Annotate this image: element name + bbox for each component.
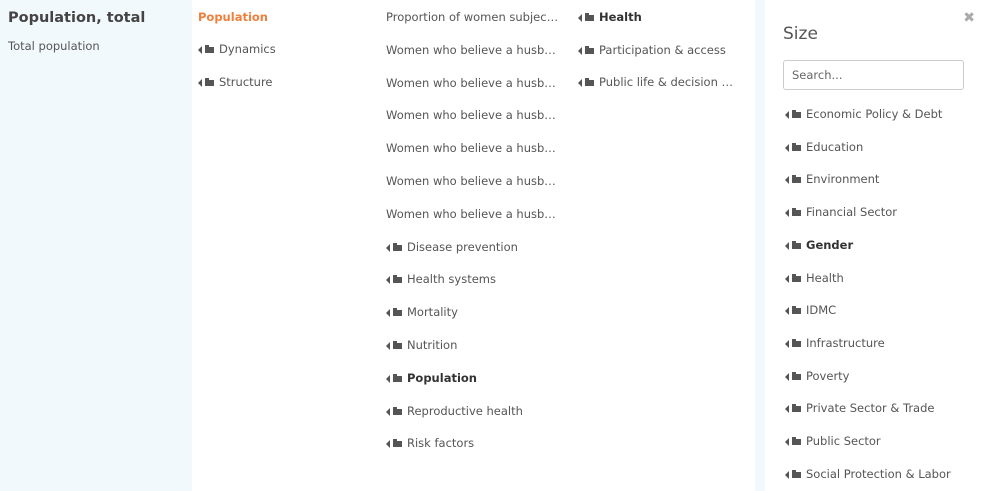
column2-item-women-who-believe-a-husb[interactable]: Women who believe a husb… <box>386 171 566 191</box>
column2-item-women-who-believe-a-husb[interactable]: Women who believe a husb… <box>386 204 566 224</box>
caret-left-icon <box>785 143 789 152</box>
folder-icon <box>585 45 594 54</box>
folder-icon <box>393 373 402 382</box>
indicator-info-panel: Population, total Total population <box>0 0 192 491</box>
caret-left-icon <box>578 46 582 55</box>
topic-column-3: Health Participation & access Public life … <box>572 0 755 491</box>
folder-icon <box>585 13 594 21</box>
column1-item-structure[interactable]: Structure <box>198 72 374 92</box>
folder-icon <box>792 110 801 118</box>
folder-icon <box>792 371 801 380</box>
column2-item-women-who-believe-a-husb[interactable]: Women who believe a husb… <box>386 105 566 125</box>
size-item-financial-sector[interactable]: Financial Sector <box>785 202 979 222</box>
column-divider <box>755 0 765 491</box>
column2-item-nutrition[interactable]: Nutrition <box>386 335 566 355</box>
folder-icon <box>792 142 801 151</box>
topic-column-1: Population Dynamics Structure <box>192 0 380 491</box>
topic-column-2: Proportion of women subjec… Women who bel… <box>380 0 572 491</box>
size-item-public-sector[interactable]: Public Sector <box>785 431 979 451</box>
size-panel: Size ✖ Economic Policy & Debt Education En… <box>765 0 987 491</box>
folder-icon <box>792 306 801 315</box>
caret-left-icon <box>785 470 789 479</box>
folder-icon <box>393 242 402 251</box>
search-input[interactable] <box>783 60 964 90</box>
caret-left-icon <box>785 372 789 381</box>
size-item-health[interactable]: Health <box>785 268 979 288</box>
caret-left-icon <box>386 309 390 318</box>
size-item-environment[interactable]: Environment <box>785 169 979 189</box>
column2-item-disease-prevention[interactable]: Disease prevention <box>386 237 566 257</box>
indicator-subtitle: Total population <box>8 39 100 53</box>
folder-icon <box>792 437 801 445</box>
folder-icon <box>792 338 801 347</box>
caret-left-icon <box>386 276 390 285</box>
folder-icon <box>393 275 402 284</box>
size-item-gender[interactable]: Gender <box>785 235 979 255</box>
column2-item-population[interactable]: Population <box>386 368 566 388</box>
caret-left-icon <box>578 79 582 87</box>
folder-icon <box>393 341 402 349</box>
caret-left-icon <box>198 79 202 87</box>
folder-icon <box>792 404 801 413</box>
caret-left-icon <box>386 243 390 252</box>
caret-left-icon <box>785 339 789 348</box>
caret-left-icon <box>198 46 202 54</box>
column2-item-women-who-believe-a-husb[interactable]: Women who believe a husb… <box>386 138 566 158</box>
size-item-economic-policy-debt[interactable]: Economic Policy & Debt <box>785 104 979 124</box>
column1-active-population[interactable]: Population <box>198 7 374 27</box>
caret-left-icon <box>785 307 789 316</box>
caret-left-icon <box>785 274 789 283</box>
caret-left-icon <box>785 241 789 250</box>
indicator-title: Population, total <box>8 10 146 26</box>
caret-left-icon <box>785 176 789 185</box>
caret-left-icon <box>785 209 789 218</box>
column1-item-dynamics[interactable]: Dynamics <box>198 39 374 59</box>
column2-item-risk-factors[interactable]: Risk factors <box>386 433 566 453</box>
size-item-private-sector-trade[interactable]: Private Sector & Trade <box>785 398 979 418</box>
column2-item-proportion-of-women-subjec[interactable]: Proportion of women subjec… <box>386 7 566 27</box>
folder-icon <box>792 175 801 184</box>
folder-icon <box>792 240 801 249</box>
caret-left-icon <box>785 405 789 414</box>
column3-item-participation-access[interactable]: Participation & access <box>578 40 749 60</box>
folder-icon <box>792 469 801 478</box>
size-item-infrastructure[interactable]: Infrastructure <box>785 333 979 353</box>
size-item-social-protection-labor[interactable]: Social Protection & Labor <box>785 464 979 484</box>
caret-left-icon <box>386 407 390 416</box>
folder-icon <box>792 273 801 282</box>
folder-icon <box>393 406 402 415</box>
folder-icon <box>792 208 801 217</box>
size-panel-title: Size <box>783 24 818 44</box>
folder-icon <box>393 308 402 317</box>
folder-icon <box>585 78 594 86</box>
folder-icon <box>393 439 402 448</box>
caret-left-icon <box>785 111 789 119</box>
caret-left-icon <box>386 342 390 350</box>
size-item-poverty[interactable]: Poverty <box>785 366 979 386</box>
column3-item-health[interactable]: Health <box>578 7 749 27</box>
column2-item-health-systems[interactable]: Health systems <box>386 269 566 289</box>
column3-item-public-life-decision[interactable]: Public life & decision … <box>578 72 749 92</box>
size-item-education[interactable]: Education <box>785 137 979 157</box>
close-icon[interactable]: ✖ <box>963 10 975 26</box>
column2-item-women-who-believe-a-husb[interactable]: Women who believe a husb… <box>386 40 566 60</box>
caret-left-icon <box>386 440 390 449</box>
folder-icon <box>205 45 214 53</box>
caret-left-icon <box>386 374 390 383</box>
caret-left-icon <box>785 438 789 446</box>
column2-item-mortality[interactable]: Mortality <box>386 302 566 322</box>
folder-icon <box>205 78 214 86</box>
size-item-idmc[interactable]: IDMC <box>785 300 979 320</box>
column2-item-women-who-believe-a-husb[interactable]: Women who believe a husb… <box>386 73 566 93</box>
column2-item-reproductive-health[interactable]: Reproductive health <box>386 401 566 421</box>
caret-left-icon <box>578 14 582 22</box>
